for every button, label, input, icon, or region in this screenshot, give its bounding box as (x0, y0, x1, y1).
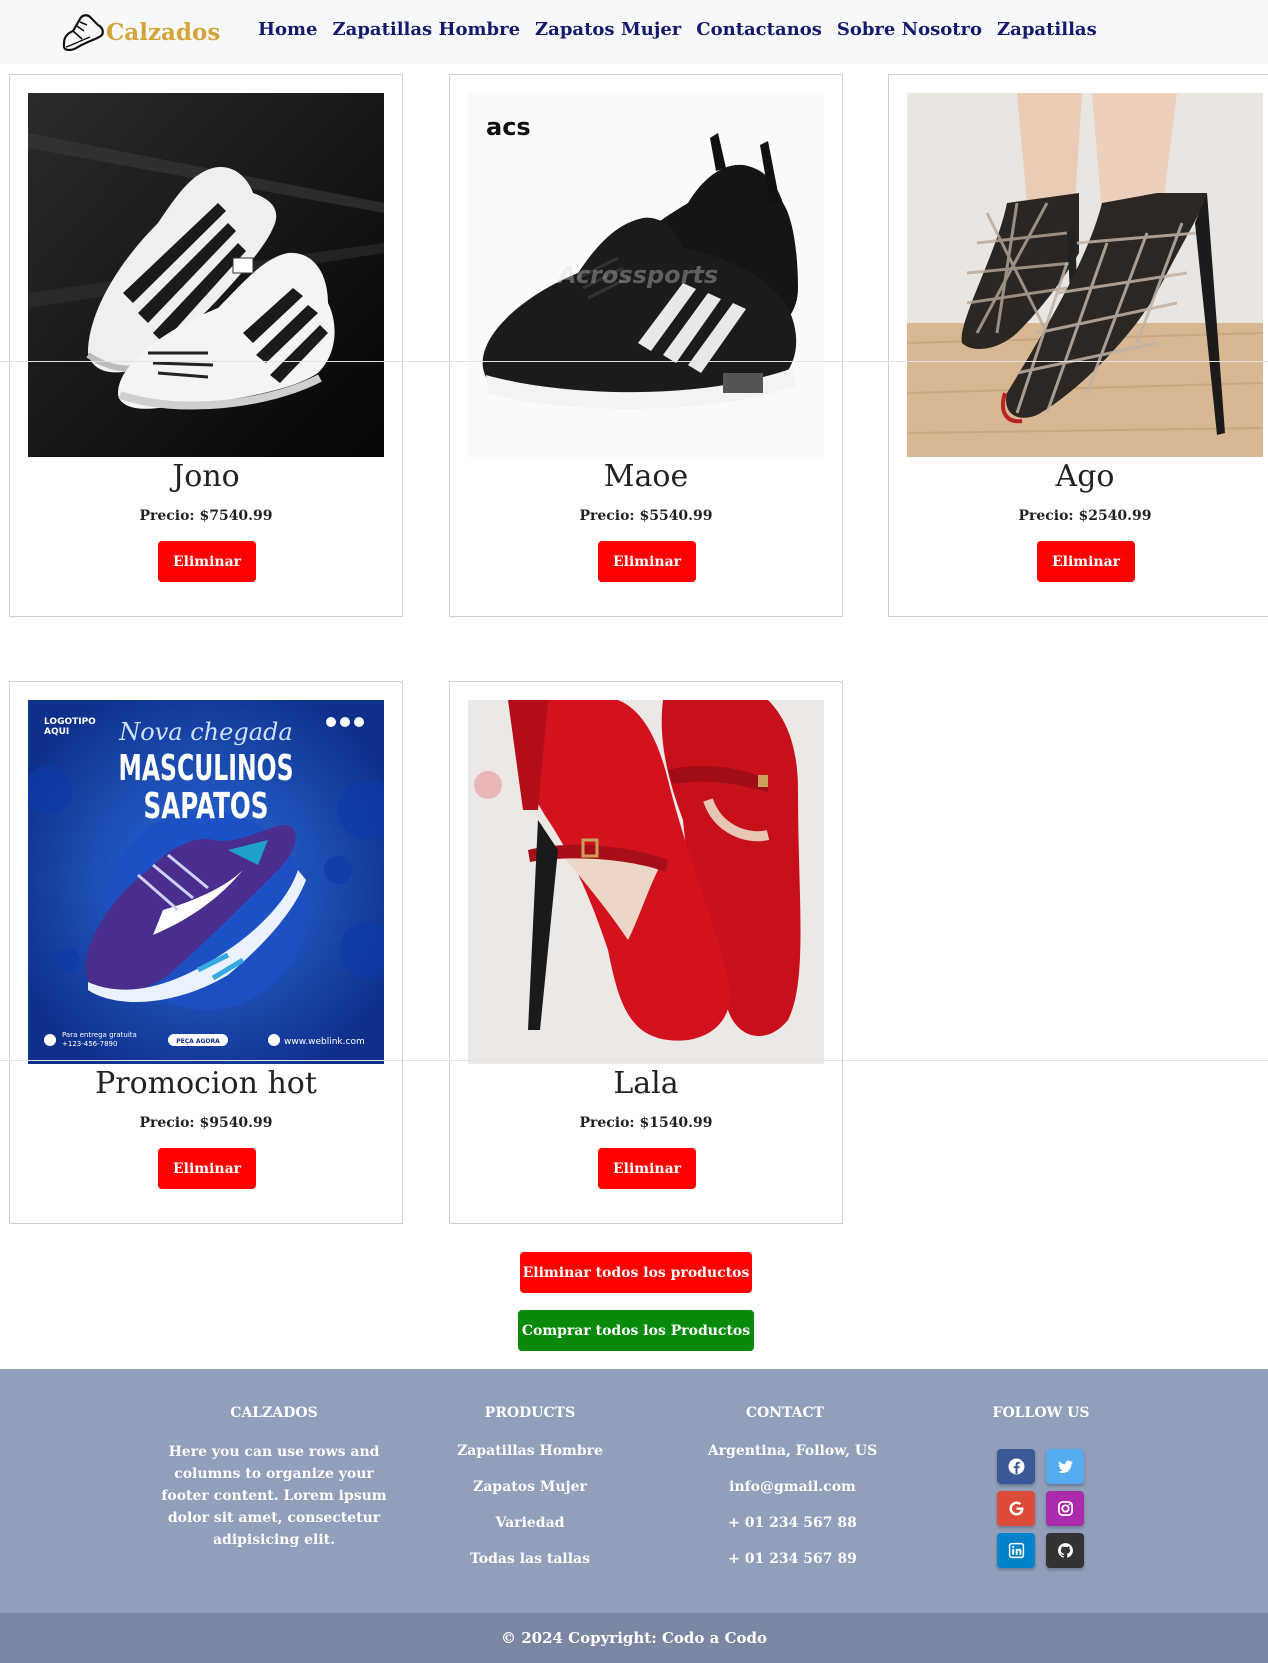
footer-description: Here you can use rows and columns to org… (161, 1444, 387, 1548)
delete-product-button[interactable]: Eliminar (598, 1148, 696, 1189)
nav-link-home[interactable]: Home (258, 19, 318, 40)
footer-heading: CONTACT (745, 1405, 825, 1421)
footer-heading: FOLLOW US (992, 1405, 1090, 1421)
facebook-icon[interactable] (997, 1449, 1035, 1484)
svg-text:AQUI: AQUI (44, 727, 69, 737)
product-price: Precio: $9540.99 (139, 1115, 273, 1131)
promo-headline-1: MASCULINOS (119, 748, 294, 789)
nav-link-sobre-nosotro[interactable]: Sobre Nosotro (837, 19, 982, 40)
google-icon[interactable] (997, 1491, 1035, 1526)
acs-logo: acs (486, 113, 531, 141)
twitter-icon[interactable] (1046, 1449, 1084, 1484)
product-price: Precio: $1540.99 (579, 1115, 713, 1131)
product-card: LOGOTIPO AQUI Nova chegada MASCULINOS SA… (9, 681, 403, 1224)
product-name: Maoe (603, 459, 689, 494)
promo-cta: PEÇA AGORA (176, 1038, 220, 1045)
footer-heading: CALZADOS (230, 1405, 318, 1421)
red-heels-image (468, 700, 824, 1064)
contact-phone: + 01 234 567 89 (728, 1551, 857, 1567)
brand-name: Calzados (106, 18, 221, 46)
delete-all-products-button[interactable]: Eliminar todos los productos (520, 1252, 752, 1293)
footer-col-products: PRODUCTS Zapatillas Hombre Zapatos Mujer… (430, 1405, 630, 1585)
footer-link[interactable]: Todas las tallas (430, 1549, 630, 1569)
footer-link[interactable]: Zapatos Mujer (430, 1477, 630, 1497)
contact-address: Argentina, Follow, US (707, 1443, 878, 1459)
shoe-logo-icon (62, 14, 104, 52)
product-card: Ago Precio: $2540.99 Eliminar (888, 74, 1268, 617)
product-image (907, 93, 1263, 457)
instagram-icon[interactable] (1046, 1491, 1084, 1526)
svg-text:Acrossports: Acrossports (556, 261, 718, 289)
product-image (28, 93, 384, 457)
copyright-bar: © 2024 Copyright: Codo a Codo (0, 1613, 1268, 1663)
product-image: LOGOTIPO AQUI Nova chegada MASCULINOS SA… (28, 700, 384, 1064)
contact-email[interactable]: info@gmail.com (700, 1477, 885, 1497)
promo-phone: +123-456-7890 (62, 1040, 117, 1048)
buy-all-products-button[interactable]: Comprar todos los Productos (518, 1310, 754, 1351)
product-price: Precio: $7540.99 (139, 508, 273, 524)
footer-link[interactable]: Zapatillas Hombre (430, 1441, 630, 1461)
footer-col-contact: CONTACT Argentina, Follow, US info@gmail… (685, 1405, 885, 1585)
product-name: Jono (172, 459, 240, 494)
product-price: Precio: $5540.99 (579, 508, 713, 524)
brand[interactable]: Calzados (60, 8, 220, 56)
product-name: Promocion hot (95, 1066, 317, 1101)
promo-web: www.weblink.com (284, 1037, 365, 1047)
github-icon[interactable] (1046, 1533, 1084, 1568)
navbar: Calzados Home Zapatillas Hombre Zapatos … (0, 0, 1268, 64)
product-card: acs Acrossports Maoe Precio: $5540.99 El… (449, 74, 843, 617)
footer-col-calzados: CALZADOS Here you can use rows and colum… (156, 1405, 392, 1551)
nav-link-zapatos-mujer[interactable]: Zapatos Mujer (535, 19, 681, 40)
product-name: Lala (613, 1066, 679, 1101)
promo-headline-2: SAPATOS (144, 786, 269, 827)
black-sneakers-image: acs Acrossports (468, 93, 824, 457)
promo-script-text: Nova chegada (118, 718, 292, 746)
product-image: acs Acrossports (468, 93, 824, 457)
promo-delivery: Para entrega gratuita (62, 1031, 137, 1039)
linkedin-icon[interactable] (997, 1533, 1035, 1568)
nav-link-zapatillas-hombre[interactable]: Zapatillas Hombre (333, 19, 521, 40)
white-sneakers-image (28, 93, 384, 457)
footer-link[interactable]: Variedad (430, 1513, 630, 1533)
product-price: Precio: $2540.99 (1018, 508, 1152, 524)
product-image (468, 700, 824, 1064)
nav-link-contactanos[interactable]: Contactanos (696, 19, 822, 40)
product-name: Ago (1055, 459, 1115, 494)
delete-product-button[interactable]: Eliminar (158, 541, 256, 582)
product-card: Jono Precio: $7540.99 Eliminar (9, 74, 403, 617)
svg-text:LOGOTIPO: LOGOTIPO (44, 717, 96, 727)
cage-heels-image (907, 93, 1263, 457)
footer-col-follow: FOLLOW US (981, 1405, 1101, 1441)
delete-product-button[interactable]: Eliminar (598, 541, 696, 582)
divider (0, 1060, 1268, 1061)
footer: CALZADOS Here you can use rows and colum… (0, 1369, 1268, 1613)
nav-link-zapatillas[interactable]: Zapatillas (997, 19, 1097, 40)
footer-heading: PRODUCTS (484, 1405, 576, 1421)
divider (0, 361, 1268, 362)
delete-product-button[interactable]: Eliminar (1037, 541, 1135, 582)
delete-product-button[interactable]: Eliminar (158, 1148, 256, 1189)
contact-phone: + 01 234 567 88 (728, 1515, 857, 1531)
nav-links: Home Zapatillas Hombre Zapatos Mujer Con… (258, 19, 1112, 40)
promo-sneaker-image: LOGOTIPO AQUI Nova chegada MASCULINOS SA… (28, 700, 384, 1064)
product-card: Lala Precio: $1540.99 Eliminar (449, 681, 843, 1224)
